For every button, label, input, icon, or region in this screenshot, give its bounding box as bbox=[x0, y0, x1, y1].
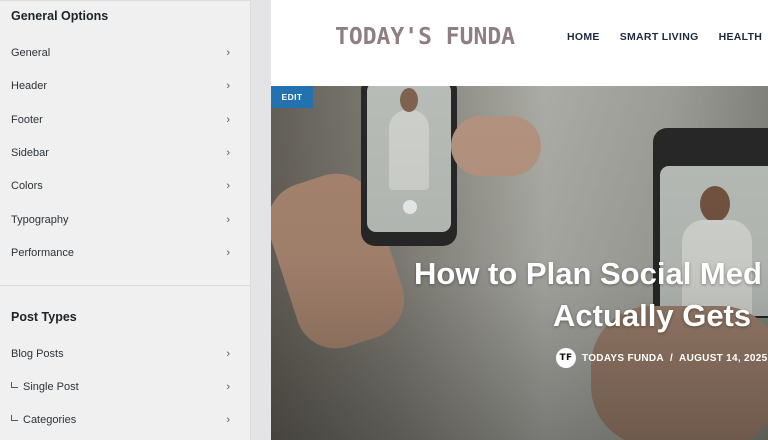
chevron-right-icon: › bbox=[226, 214, 230, 226]
chevron-right-icon: › bbox=[226, 147, 230, 159]
section-divider bbox=[0, 285, 250, 286]
sidebar-item-general[interactable]: General › bbox=[0, 39, 250, 67]
author-avatar[interactable]: TF bbox=[556, 348, 576, 368]
sidebar-item-header[interactable]: Header › bbox=[0, 72, 250, 100]
sidebar-item-typography[interactable]: Typography › bbox=[0, 206, 250, 234]
chevron-right-icon: › bbox=[226, 247, 230, 259]
nav-item-smart-living[interactable]: SMART LIVING bbox=[620, 31, 699, 43]
main-nav: HOME SMART LIVING HEALTH bbox=[567, 31, 762, 43]
chevron-right-icon: › bbox=[226, 114, 230, 126]
sub-item-indent-icon bbox=[11, 415, 18, 421]
sidebar-item-blog-posts[interactable]: Blog Posts › bbox=[0, 340, 250, 368]
sub-item-indent-icon bbox=[11, 382, 18, 388]
headline-line-2: Actually Gets bbox=[553, 298, 752, 333]
sidebar-item-footer[interactable]: Footer › bbox=[0, 106, 250, 134]
chevron-right-icon: › bbox=[226, 47, 230, 59]
chevron-right-icon: › bbox=[226, 381, 230, 393]
meta-separator: / bbox=[669, 352, 674, 364]
sidebar-item-single-post[interactable]: Single Post › bbox=[0, 373, 250, 401]
sidebar-item-performance[interactable]: Performance › bbox=[0, 239, 250, 267]
sidebar-item-categories[interactable]: Categories › bbox=[0, 406, 250, 434]
featured-post-hero[interactable]: EDIT How to Plan Social Med Actually Get… bbox=[271, 86, 768, 440]
nav-item-home[interactable]: HOME bbox=[567, 31, 600, 43]
post-meta: TF TODAYS FUNDA / AUGUST 14, 2025 bbox=[556, 348, 767, 368]
sidebar-item-colors[interactable]: Colors › bbox=[0, 172, 250, 200]
sidebar-item-sidebar[interactable]: Sidebar › bbox=[0, 139, 250, 167]
headline-line-1: How to Plan Social Med bbox=[414, 256, 762, 291]
chevron-right-icon: › bbox=[226, 414, 230, 426]
panel-gutter bbox=[250, 0, 271, 440]
chevron-right-icon: › bbox=[226, 348, 230, 360]
chevron-right-icon: › bbox=[226, 180, 230, 192]
chevron-right-icon: › bbox=[226, 80, 230, 92]
site-preview: TODAY'S FUNDA HOME SMART LIVING HEALTH E… bbox=[271, 0, 768, 440]
section-title-post-types: Post Types bbox=[11, 310, 77, 324]
customizer-sidebar: General Options General › Header › Footer ›… bbox=[0, 0, 250, 440]
nav-item-health[interactable]: HEALTH bbox=[719, 31, 763, 43]
author-name[interactable]: TODAYS FUNDA bbox=[582, 353, 664, 364]
site-header: TODAY'S FUNDA HOME SMART LIVING HEALTH bbox=[271, 0, 768, 86]
section-title-general-options: General Options bbox=[11, 9, 109, 23]
post-date: AUGUST 14, 2025 bbox=[679, 352, 768, 364]
edit-button[interactable]: EDIT bbox=[271, 86, 313, 108]
site-logo[interactable]: TODAY'S FUNDA bbox=[335, 24, 515, 50]
